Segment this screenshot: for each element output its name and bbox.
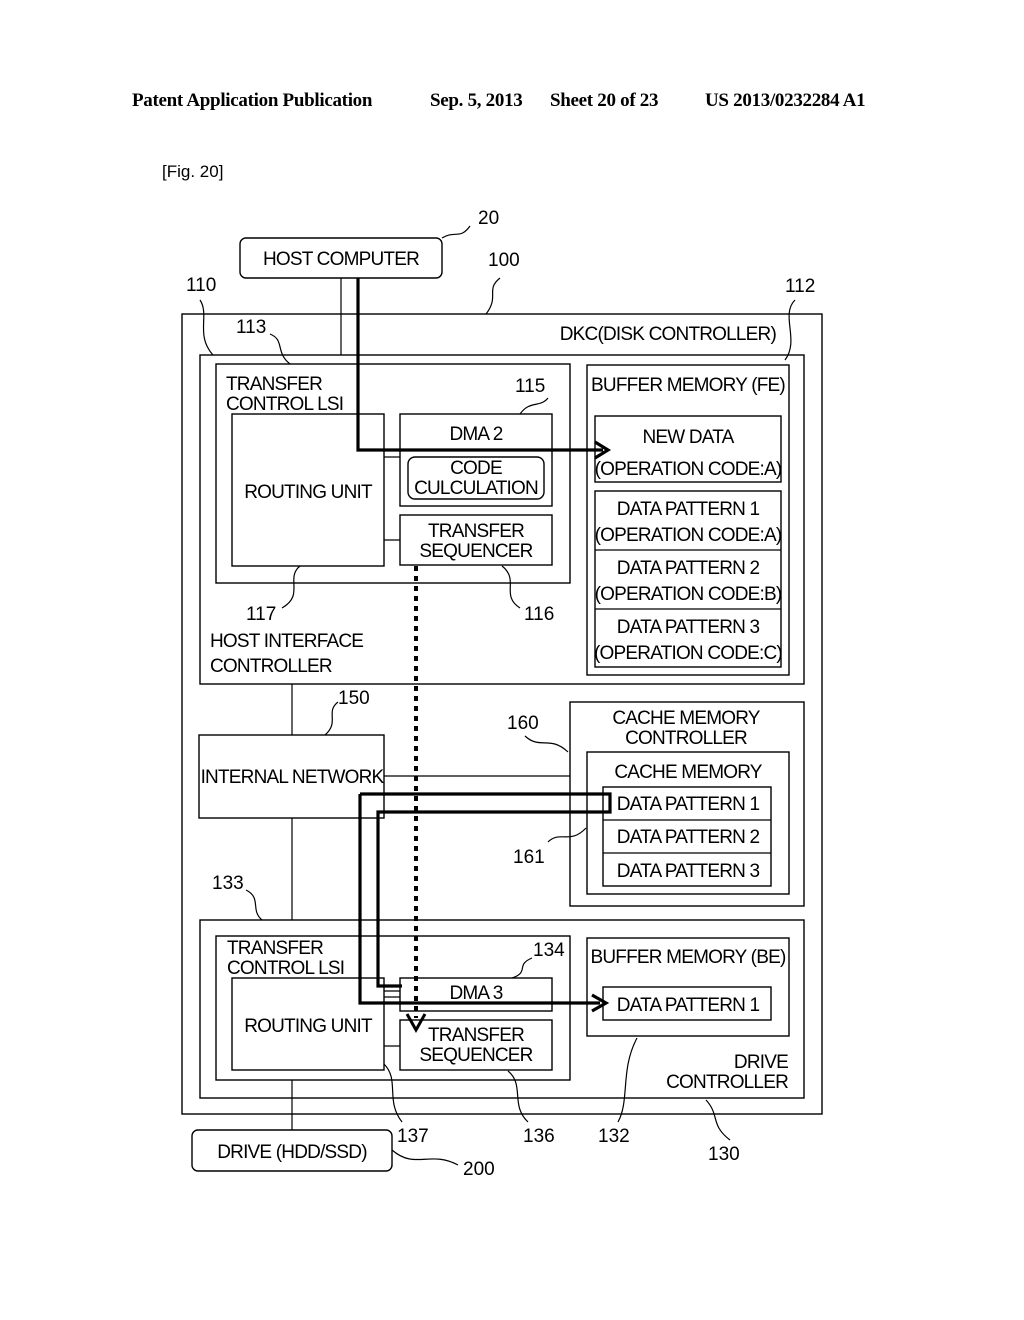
transfer-seq-top-label-2: SEQUENCER bbox=[419, 541, 532, 562]
ref-113: 113 bbox=[236, 317, 266, 338]
code-calc-label-2: CULCULATION bbox=[414, 478, 538, 499]
fe-pattern2-opcode: (OPERATION CODE:B) bbox=[595, 584, 782, 605]
ref-137: 137 bbox=[397, 1126, 429, 1147]
be-pattern1-label: DATA PATTERN 1 bbox=[617, 995, 760, 1016]
new-data-label: NEW DATA bbox=[642, 427, 734, 448]
fe-pattern1-label: DATA PATTERN 1 bbox=[617, 499, 760, 520]
leader-161 bbox=[547, 827, 587, 843]
cache-to-dma3-path bbox=[360, 792, 612, 988]
host-computer-label: HOST COMPUTER bbox=[263, 249, 419, 270]
ref-115: 115 bbox=[515, 376, 545, 397]
dma3-to-buffer-be-path bbox=[358, 794, 600, 1005]
leader-133 bbox=[245, 889, 263, 921]
transfer-seq-top-label-1: TRANSFER bbox=[428, 521, 524, 542]
dkc-label: DKC(DISK CONTROLLER) bbox=[560, 324, 777, 345]
leader-20 bbox=[441, 225, 471, 239]
drive-ctrl-label-2: CONTROLLER bbox=[666, 1072, 788, 1093]
ref-150: 150 bbox=[338, 688, 370, 709]
routing-unit-top-label: ROUTING UNIT bbox=[244, 482, 373, 503]
cache-ctrl-label-1: CACHE MEMORY bbox=[612, 708, 760, 729]
cache-pattern2: DATA PATTERN 2 bbox=[617, 827, 760, 848]
ref-100: 100 bbox=[488, 250, 520, 271]
ref-134: 134 bbox=[533, 940, 565, 961]
leader-134 bbox=[511, 957, 533, 979]
ref-20: 20 bbox=[478, 208, 499, 229]
fe-pattern3-opcode: (OPERATION CODE:C) bbox=[594, 643, 782, 664]
ref-136: 136 bbox=[523, 1126, 555, 1147]
leader-132 bbox=[617, 1037, 638, 1123]
ref-117: 117 bbox=[246, 604, 276, 625]
ref-132: 132 bbox=[598, 1126, 630, 1147]
fe-pattern2-label: DATA PATTERN 2 bbox=[617, 558, 760, 579]
leader-117 bbox=[281, 565, 301, 609]
internal-network-label: INTERNAL NETWORK bbox=[201, 767, 385, 788]
buffer-fe-label: BUFFER MEMORY (FE) bbox=[591, 375, 785, 396]
dma3-label: DMA 3 bbox=[449, 983, 502, 1004]
transfer-lsi-bottom-label-1: TRANSFER bbox=[227, 938, 323, 959]
cache-ctrl-label-2: CONTROLLER bbox=[625, 728, 747, 749]
ref-112: 112 bbox=[785, 276, 815, 297]
dma2-label: DMA 2 bbox=[449, 424, 502, 445]
fe-pattern3-label: DATA PATTERN 3 bbox=[617, 617, 760, 638]
leader-200 bbox=[391, 1149, 459, 1166]
cache-pattern3: DATA PATTERN 3 bbox=[617, 861, 760, 882]
transfer-seq-bottom-label-2: SEQUENCER bbox=[419, 1045, 532, 1066]
ref-133: 133 bbox=[212, 873, 244, 894]
ref-130: 130 bbox=[708, 1144, 740, 1165]
ref-160: 160 bbox=[507, 713, 539, 734]
cache-pattern1: DATA PATTERN 1 bbox=[617, 794, 760, 815]
leader-116 bbox=[501, 565, 521, 609]
transfer-lsi-top-label-1: TRANSFER bbox=[226, 374, 322, 395]
leader-110 bbox=[199, 299, 214, 356]
transfer-lsi-top-label-2: CONTROL LSI bbox=[226, 394, 343, 415]
leader-160 bbox=[524, 735, 569, 753]
block-diagram: [Fig. 20] HOST COMPUTER 20 DKC(DISK CONT… bbox=[162, 162, 823, 1180]
routing-links-bottom bbox=[384, 990, 400, 1047]
cache-memory-label: CACHE MEMORY bbox=[614, 762, 762, 783]
buffer-be-label: BUFFER MEMORY (BE) bbox=[591, 947, 786, 968]
transfer-seq-bottom-label-1: TRANSFER bbox=[428, 1025, 524, 1046]
routing-links-top bbox=[384, 456, 400, 541]
ref-161: 161 bbox=[513, 847, 545, 868]
leader-112 bbox=[784, 299, 796, 361]
leader-150 bbox=[324, 701, 339, 736]
new-data-opcode: (OPERATION CODE:A) bbox=[595, 459, 782, 480]
transfer-lsi-bottom-label-2: CONTROL LSI bbox=[227, 958, 344, 979]
ref-116: 116 bbox=[524, 604, 554, 625]
fe-pattern1-opcode: (OPERATION CODE:A) bbox=[595, 525, 782, 546]
code-calc-label-1: CODE bbox=[450, 458, 502, 479]
leader-130 bbox=[705, 1099, 731, 1141]
leader-100 bbox=[485, 277, 501, 315]
ref-200: 200 bbox=[463, 1159, 495, 1180]
drive-label: DRIVE (HDD/SSD) bbox=[217, 1142, 367, 1163]
host-if-label-2: CONTROLLER bbox=[210, 656, 332, 677]
drive-ctrl-label-1: DRIVE bbox=[734, 1052, 788, 1073]
routing-unit-bottom-label: ROUTING UNIT bbox=[244, 1016, 373, 1037]
host-if-label-1: HOST INTERFACE bbox=[210, 631, 363, 652]
ref-110: 110 bbox=[186, 275, 216, 296]
leader-115 bbox=[519, 397, 549, 415]
figure-label: [Fig. 20] bbox=[162, 162, 223, 181]
leader-113 bbox=[269, 333, 291, 365]
